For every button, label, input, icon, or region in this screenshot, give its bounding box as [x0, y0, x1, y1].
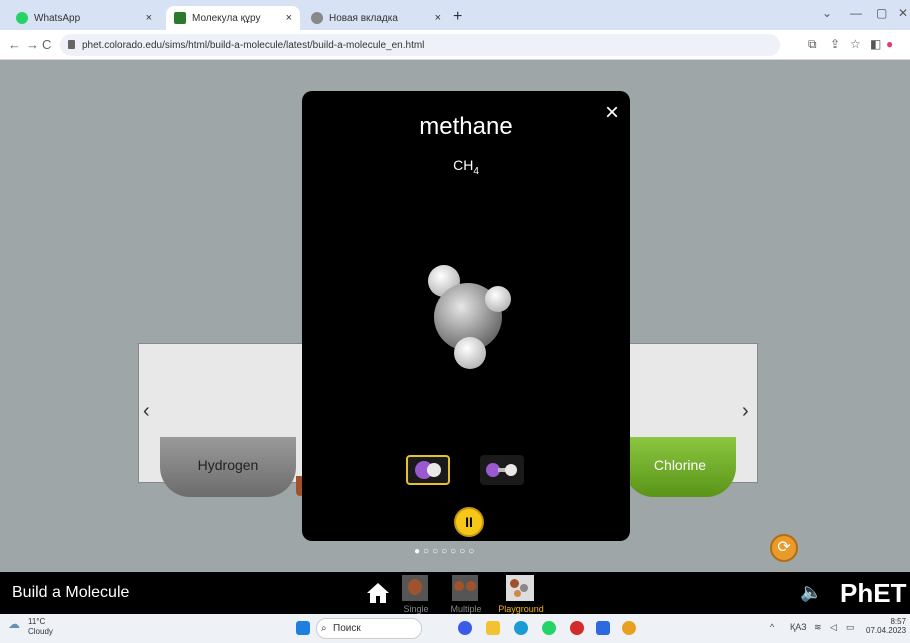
close-tab-icon[interactable]: × [286, 12, 292, 24]
pause-rotation-button[interactable]: II [454, 507, 484, 537]
os-taskbar: ☁ 11°C Cloudy ⌕ Поиск ^ ҚАЗ ≋ ◁ ▭ 8:57 0… [0, 614, 910, 643]
home-button[interactable] [358, 574, 398, 614]
close-tab-icon[interactable]: × [146, 12, 152, 24]
cloud-icon: ☁ [8, 617, 20, 631]
formula-subscript: 4 [473, 165, 479, 177]
language-indicator[interactable]: ҚАЗ [790, 622, 807, 632]
sim-navigation-bar: Build a Molecule Single Multiple Playgro… [0, 572, 910, 614]
molecule-formula: CH4 [302, 157, 630, 177]
wifi-icon[interactable]: ≋ [814, 622, 822, 633]
playground-screen-icon [506, 575, 534, 601]
sound-icon[interactable]: 🔈 [800, 582, 822, 603]
tab-label: Новая вкладка [329, 12, 398, 24]
formula-base: CH [453, 157, 474, 173]
chrome-icon [311, 12, 323, 24]
chlorine-bucket: Chlorine [624, 437, 736, 497]
lock-icon [68, 40, 75, 49]
tab-label: Молекула құру [192, 12, 261, 24]
app-title: Build a Molecule [12, 584, 130, 601]
single-screen-icon [402, 575, 428, 601]
space-filling-icon [415, 461, 441, 479]
molecule-3d-dialog: methane CH4 × II [302, 91, 630, 541]
search-placeholder: Поиск [333, 623, 361, 634]
ball-and-stick-view-button[interactable] [480, 455, 524, 485]
store-icon[interactable] [596, 621, 610, 635]
address-bar: ← → C phet.colorado.edu/sims/html/build-… [0, 30, 910, 60]
screen-playground-button[interactable]: Playground [496, 574, 546, 614]
close-tab-icon[interactable]: × [435, 12, 441, 24]
tab-label: WhatsApp [34, 12, 81, 24]
translate-icon[interactable]: ⧉ [808, 37, 817, 52]
maximize-icon[interactable]: ▢ [876, 6, 887, 20]
whatsapp-icon [16, 12, 28, 24]
close-icon[interactable]: × [605, 99, 619, 127]
sidebar-icon[interactable]: ◧ [870, 37, 881, 51]
temperature: 11°C [28, 617, 46, 626]
molecule-name: methane [419, 113, 513, 140]
tab-new[interactable]: Новая вкладка × [303, 6, 449, 30]
reload-icon[interactable]: C [42, 37, 51, 52]
phet-logo[interactable]: PhET [840, 578, 906, 609]
methane-3d-model[interactable] [414, 251, 534, 371]
screen-label-playground: Playground [498, 604, 544, 614]
new-tab-button[interactable]: + [453, 8, 462, 26]
space-filling-view-button[interactable] [406, 455, 450, 485]
screen-label-multiple: Multiple [450, 604, 482, 614]
ball-and-stick-icon [486, 463, 517, 477]
clock-date: 07.04.2023 [866, 626, 907, 635]
chrome-app-icon[interactable] [622, 621, 636, 635]
url-input[interactable]: phet.colorado.edu/sims/html/build-a-mole… [60, 34, 780, 56]
screen-label-single: Single [403, 604, 429, 614]
chlorine-bucket-label: Chlorine [653, 457, 707, 473]
share-icon[interactable]: ⇪ [830, 37, 840, 51]
windows-start-icon[interactable] [296, 621, 310, 635]
screen-multiple-button[interactable]: Multiple [446, 574, 486, 614]
previous-kit-icon[interactable]: ‹ [143, 400, 150, 423]
whatsapp-app-icon[interactable] [542, 621, 556, 635]
url-text: phet.colorado.edu/sims/html/build-a-mole… [82, 39, 425, 51]
reset-all-button[interactable]: ⟳ [770, 534, 798, 562]
battery-icon[interactable]: ▭ [846, 622, 855, 633]
copilot-icon[interactable] [458, 621, 472, 635]
clock-time: 8:57 [890, 617, 907, 626]
minimize-icon[interactable]: — [850, 6, 862, 20]
taskbar-search[interactable]: ⌕ Поиск [316, 618, 422, 639]
close-window-icon[interactable]: ✕ [898, 6, 908, 20]
phet-icon [174, 12, 186, 24]
file-explorer-icon[interactable] [486, 621, 500, 635]
bookmark-star-icon[interactable]: ☆ [850, 37, 861, 51]
hydrogen-bucket: Hydrogen [160, 437, 296, 497]
tab-molecule[interactable]: Молекула құру × [166, 6, 300, 30]
tray-chevron-icon[interactable]: ^ [770, 622, 774, 632]
multiple-screen-icon [452, 575, 478, 601]
opera-icon[interactable] [570, 621, 584, 635]
tab-whatsapp[interactable]: WhatsApp × [8, 6, 160, 30]
weather-widget[interactable]: ☁ 11°C Cloudy [8, 617, 53, 636]
edge-icon[interactable] [514, 621, 528, 635]
tab-search-icon[interactable]: ⌄ [822, 6, 832, 20]
next-kit-icon[interactable]: › [742, 400, 749, 423]
forward-icon[interactable]: → [26, 37, 39, 52]
profile-avatar[interactable]: ● [886, 37, 893, 51]
hydrogen-bucket-label: Hydrogen [197, 457, 259, 473]
volume-icon[interactable]: ◁ [830, 622, 837, 633]
home-icon [367, 583, 389, 603]
collection-pagination-dots[interactable]: ●○○○○○○ [414, 546, 477, 557]
search-icon: ⌕ [321, 623, 327, 634]
back-icon[interactable]: ← [8, 37, 21, 52]
weather-condition: Cloudy [28, 627, 53, 636]
screen-single-button[interactable]: Single [396, 574, 436, 614]
system-clock[interactable]: 8:57 07.04.2023 [866, 617, 906, 635]
browser-tab-bar: WhatsApp × Молекула құру × Новая вкладка… [0, 0, 910, 30]
